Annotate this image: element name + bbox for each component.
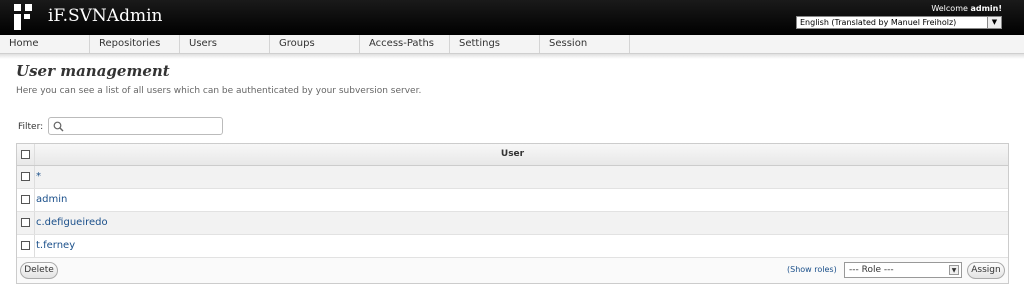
column-divider [34,235,35,257]
welcome-username: admin! [970,4,1002,13]
user-link[interactable]: c.defigueiredo [36,212,108,234]
nav-shadow [0,54,1024,59]
row-checkbox[interactable] [21,241,30,250]
nav-users[interactable]: Users [180,35,270,53]
logo-icon [14,4,36,30]
filter-label: Filter: [18,122,44,132]
language-select-value: English (Translated by Manuel Freiholz) [800,18,957,27]
nav-session[interactable]: Session [540,35,630,53]
app-title: iF.SVNAdmin [48,6,163,26]
column-divider [34,166,35,188]
language-select[interactable]: English (Translated by Manuel Freiholz) … [796,16,1002,29]
main-nav: Home Repositories Users Groups Access-Pa… [0,35,1024,54]
chevron-down-icon: ▼ [987,17,1001,28]
user-link[interactable]: admin [36,189,67,211]
table-header: User [17,144,1008,166]
role-select-value: --- Role --- [849,265,894,275]
row-checkbox[interactable] [21,172,30,181]
table-row: admin [17,189,1008,212]
nav-groups[interactable]: Groups [270,35,360,53]
page-description: Here you can see a list of all users whi… [16,86,422,96]
table-row: c.defigueiredo [17,212,1008,235]
table-footer: Delete (Show roles) --- Role --- ▼ Assig… [17,258,1008,283]
page-title: User management [16,62,170,80]
nav-access-paths[interactable]: Access-Paths [360,35,450,53]
column-header-user: User [500,149,525,159]
delete-button[interactable]: Delete [20,262,58,279]
assign-button[interactable]: Assign [967,262,1005,279]
nav-settings[interactable]: Settings [450,35,540,53]
show-roles-link[interactable]: (Show roles) [787,265,837,274]
chevron-down-icon: ▼ [949,265,959,275]
column-divider [34,189,35,211]
user-link[interactable]: * [36,166,41,188]
user-link[interactable]: t.ferney [36,235,75,257]
welcome-text: Welcome admin! [931,4,1002,13]
role-select[interactable]: --- Role --- ▼ [844,262,962,278]
nav-repositories[interactable]: Repositories [90,35,180,53]
filter-input[interactable] [48,117,223,135]
search-icon [53,121,64,132]
row-checkbox[interactable] [21,195,30,204]
user-table: User * admin c.defigueiredo t.ferney Del… [16,143,1009,284]
row-checkbox[interactable] [21,218,30,227]
table-row: t.ferney [17,235,1008,258]
table-row: * [17,166,1008,189]
column-divider [34,212,35,234]
nav-home[interactable]: Home [0,35,90,53]
header-bar: iF.SVNAdmin Welcome admin! English (Tran… [0,0,1024,35]
